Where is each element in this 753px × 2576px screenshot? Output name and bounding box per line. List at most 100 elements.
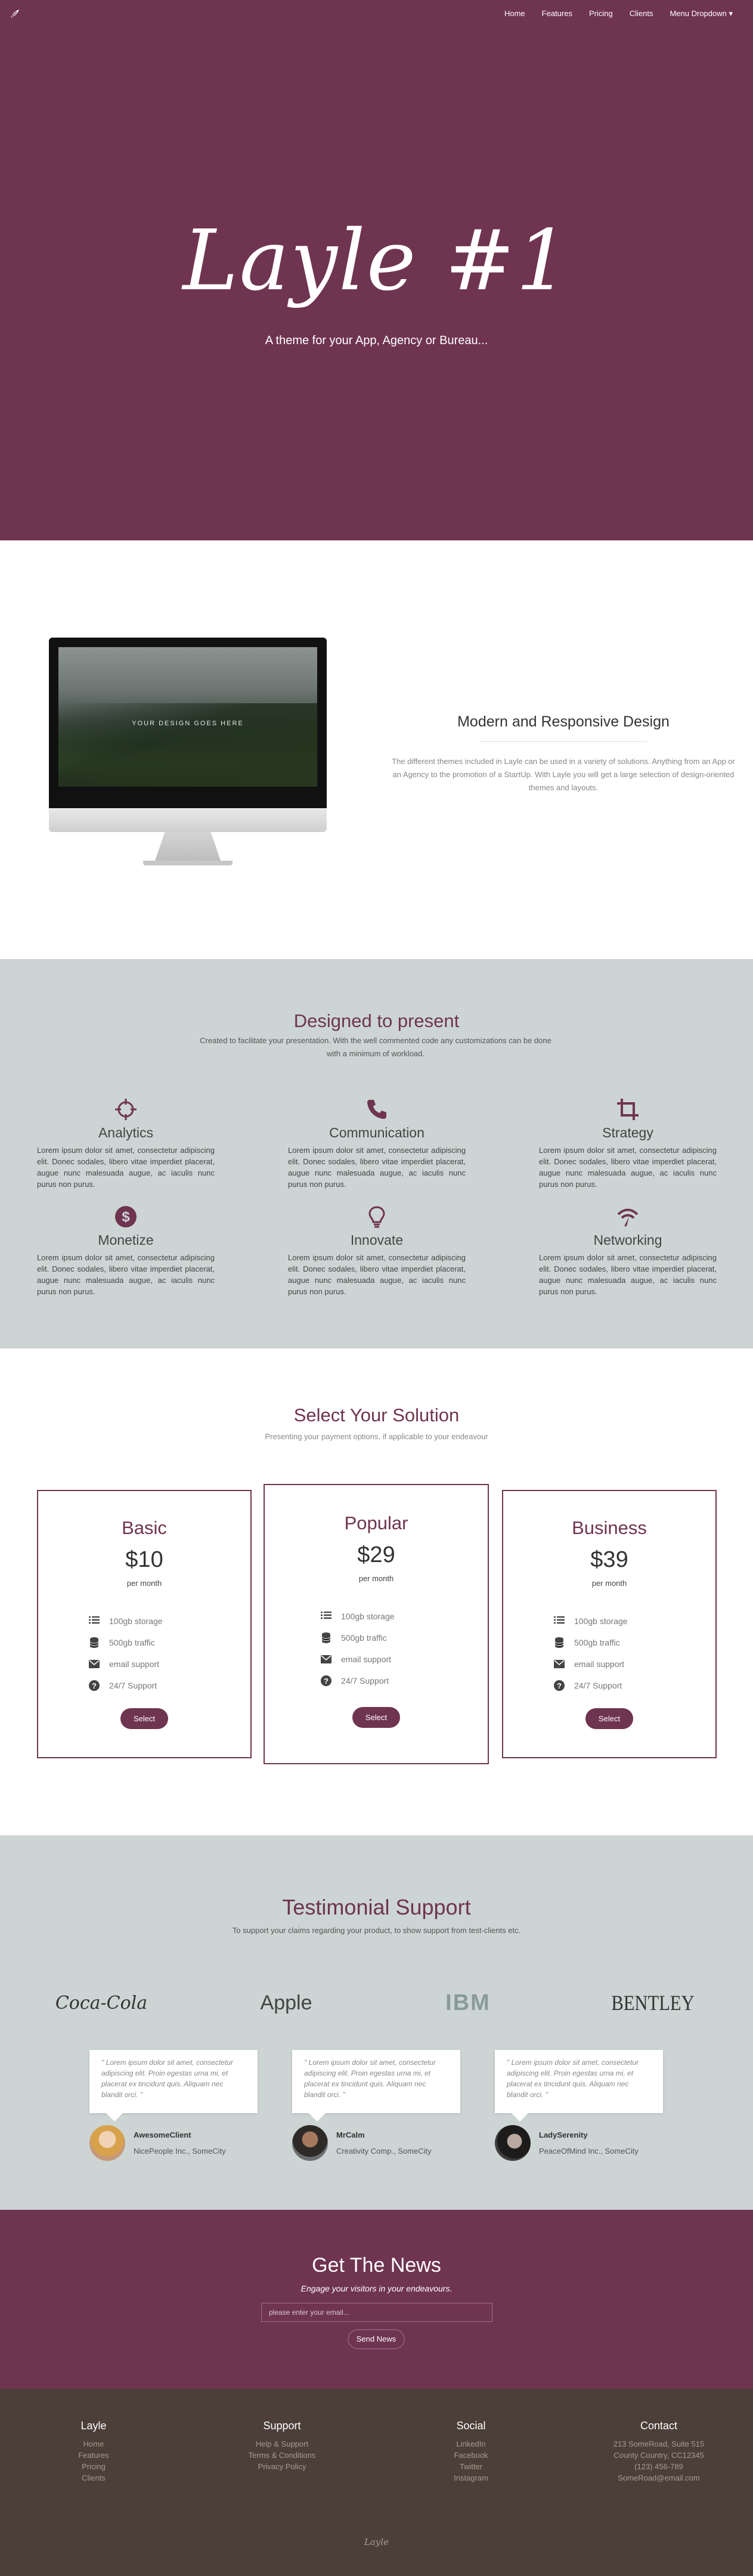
testimonial-person: MrCalm Creativity Comp., SomeCity — [292, 2125, 460, 2161]
footer-column-social: Social LinkedIn Facebook Twitter Instagr… — [402, 2420, 540, 2484]
person-name: LadySerenity — [539, 2130, 588, 2139]
logo-icon[interactable] — [8, 7, 21, 20]
feature-networking: Networking Lorem ipsum dolor sit amet, c… — [539, 1204, 717, 1297]
plan-feature: 100gb storage — [88, 1610, 201, 1632]
select-basic-button[interactable]: Select — [120, 1708, 169, 1729]
select-business-button[interactable]: Select — [585, 1708, 634, 1729]
list-icon — [88, 1615, 101, 1628]
crosshair-icon — [113, 1096, 139, 1122]
feature-innovate: Innovate Lorem ipsum dolor sit amet, con… — [288, 1204, 466, 1297]
hero-section: Layle #1 A theme for your App, Agency or… — [0, 0, 753, 540]
person-company: NicePeople Inc., SomeCity — [134, 2147, 226, 2156]
monitor-stand — [155, 832, 221, 861]
email-field[interactable] — [261, 2303, 492, 2322]
responsive-text-block: Modern and Responsive Design The differe… — [382, 713, 745, 794]
plan-feature: 500gb traffic — [553, 1632, 666, 1653]
contact-address: 213 SomeRoad, Suite 515 — [613, 2439, 705, 2448]
features-title: Designed to present — [293, 1010, 460, 1031]
feature-text: Lorem ipsum dolor sit amet, consectetur … — [37, 1253, 215, 1296]
plan-feature: 100gb storage — [320, 1606, 433, 1627]
footer-link-clients[interactable]: Clients — [25, 2472, 162, 2484]
newsletter-title: Get The News — [312, 2254, 441, 2277]
feature-title: Strategy — [602, 1125, 653, 1140]
responsive-body: The different themes included in Layle c… — [392, 757, 735, 792]
feature-communication: Communication Lorem ipsum dolor sit amet… — [288, 1096, 466, 1190]
crop-icon — [615, 1096, 641, 1122]
footer-link-privacy[interactable]: Privacy Policy — [213, 2461, 351, 2472]
footer-heading: Social — [456, 2420, 486, 2432]
plan-period: per month — [591, 1579, 627, 1588]
footer-link-linkedin[interactable]: LinkedIn — [402, 2438, 540, 2450]
nav-item-pricing[interactable]: Pricing — [581, 9, 621, 18]
footer-link-home[interactable]: Home — [25, 2438, 162, 2450]
contact-email[interactable]: SomeRoad@email.com — [590, 2472, 727, 2484]
list-icon — [553, 1615, 566, 1628]
hero-subtitle: A theme for your App, Agency or Bureau..… — [265, 334, 488, 347]
nav-item-clients[interactable]: Clients — [621, 9, 662, 18]
testimonials-desc: To support your claims regarding your pr… — [232, 1926, 521, 1935]
plan-feature: ? 24/7 Support — [88, 1675, 201, 1696]
footer-link-pricing[interactable]: Pricing — [25, 2461, 162, 2472]
footer-link-facebook[interactable]: Facebook — [402, 2450, 540, 2461]
database-icon — [320, 1631, 333, 1644]
footer-heading: Layle — [80, 2420, 107, 2432]
footer-link-instagram[interactable]: Instagram — [402, 2472, 540, 2484]
nav-item-menu-dropdown[interactable]: Menu Dropdown ▾ — [661, 9, 741, 18]
footer-heading: Support — [263, 2420, 301, 2432]
nav-menu: Home Features Pricing Clients Menu Dropd… — [496, 9, 741, 18]
feature-strategy: Strategy Lorem ipsum dolor sit amet, con… — [539, 1096, 717, 1190]
testimonial-quote: " Lorem ipsum dolor sit amet, consectetu… — [495, 2050, 663, 2122]
plan-features: 100gb storage 500gb traffic email suppor… — [88, 1610, 201, 1696]
testimonial-card: " Lorem ipsum dolor sit amet, consectetu… — [89, 2050, 258, 2161]
pricing-title: Select Your Solution — [293, 1405, 460, 1425]
svg-text:?: ? — [557, 1681, 562, 1690]
plan-basic: Basic $10 per month 100gb storage 500gb … — [37, 1490, 252, 1758]
testimonial-card: " Lorem ipsum dolor sit amet, consectetu… — [292, 2050, 460, 2161]
plan-popular: Popular $29 per month 100gb storage 500g… — [264, 1484, 489, 1764]
responsive-section: YOUR DESIGN GOES HERE Modern and Respons… — [0, 540, 753, 959]
feature-monetize: $ Monetize Lorem ipsum dolor sit amet, c… — [37, 1204, 215, 1297]
select-popular-button[interactable]: Select — [352, 1707, 401, 1728]
testimonial-quote: " Lorem ipsum dolor sit amet, consectetu… — [89, 2050, 258, 2122]
send-news-button[interactable]: Send News — [348, 2329, 405, 2349]
feature-analytics: Analytics Lorem ipsum dolor sit amet, co… — [37, 1096, 215, 1190]
plan-features: 100gb storage 500gb traffic email suppor… — [553, 1610, 666, 1696]
nav-item-features[interactable]: Features — [534, 9, 581, 18]
feature-title: Monetize — [98, 1232, 154, 1248]
person-company: PeaceOfMind Inc., SomeCity — [539, 2147, 639, 2156]
footer-link-terms[interactable]: Terms & Conditions — [213, 2450, 351, 2461]
plan-name: Business — [572, 1517, 647, 1538]
footer-link-features[interactable]: Features — [25, 2450, 162, 2461]
footer-link-twitter[interactable]: Twitter — [402, 2461, 540, 2472]
footer-column-layle: Layle Home Features Pricing Clients — [25, 2420, 162, 2484]
footer-link-help[interactable]: Help & Support — [213, 2438, 351, 2450]
plan-price: $10 — [125, 1547, 163, 1572]
database-icon — [553, 1636, 566, 1649]
plan-business: Business $39 per month 100gb storage 500… — [502, 1490, 717, 1758]
monitor-base — [143, 861, 233, 865]
contact-phone: (123) 456-789 — [634, 2462, 683, 2471]
question-icon: ? — [320, 1674, 333, 1687]
plan-price: $39 — [590, 1547, 628, 1572]
divider — [480, 741, 647, 742]
screen-placeholder-text: YOUR DESIGN GOES HERE — [132, 720, 244, 727]
plan-feature: email support — [553, 1653, 666, 1675]
plan-feature: ? 24/7 Support — [320, 1670, 433, 1691]
testimonial-person: LadySerenity PeaceOfMind Inc., SomeCity — [495, 2125, 663, 2161]
svg-text:?: ? — [324, 1677, 329, 1686]
testimonials-title: Testimonial Support — [282, 1895, 471, 1919]
question-icon: ? — [88, 1679, 101, 1692]
plan-feature: email support — [88, 1653, 201, 1675]
brand-logo-coca-cola: Coca-Cola — [55, 1992, 148, 2014]
nav-item-home[interactable]: Home — [496, 9, 534, 18]
feature-title: Networking — [593, 1232, 662, 1248]
svg-text:?: ? — [92, 1681, 97, 1690]
avatar — [89, 2125, 125, 2161]
newsletter-tagline: Engage your visitors in your endeavours. — [300, 2284, 453, 2293]
footer-heading: Contact — [640, 2420, 678, 2432]
footer-column-contact: Contact 213 SomeRoad, Suite 515 County C… — [590, 2420, 727, 2484]
plan-features: 100gb storage 500gb traffic email suppor… — [320, 1606, 433, 1691]
network-icon — [615, 1204, 641, 1230]
feature-text: Lorem ipsum dolor sit amet, consectetur … — [288, 1146, 466, 1189]
monitor-chin — [49, 808, 327, 832]
